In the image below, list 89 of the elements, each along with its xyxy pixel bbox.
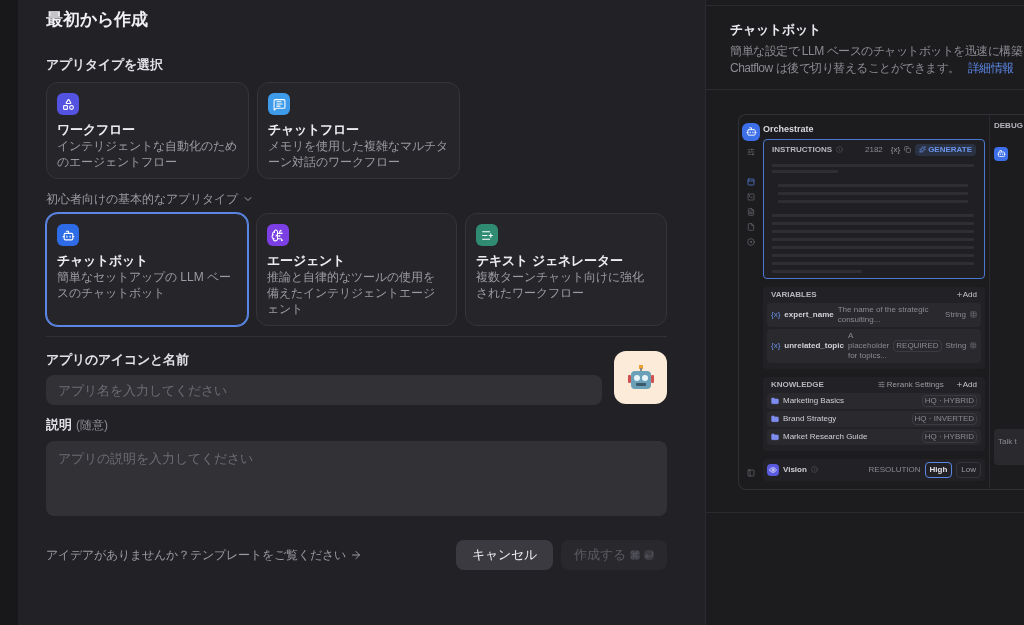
app-type-title: エージェント (266, 252, 346, 269)
knowledge-name: Marketing Basics (783, 395, 844, 406)
eye-icon (767, 463, 779, 476)
preview-title: チャットボット (730, 21, 822, 39)
generate-button[interactable]: GENERATE (915, 143, 976, 156)
app-type-title: チャットボット (57, 252, 149, 269)
field-label: アプリのアイコンと名前 (46, 351, 190, 369)
resolution-option[interactable]: Low (956, 461, 981, 478)
app-type-description: メモリを使用した複雑なマルチターン対話のワークフロー (268, 138, 449, 170)
bot-icon (994, 146, 1008, 161)
command-key-icon (630, 549, 640, 560)
document-icon[interactable] (747, 207, 755, 216)
retrieval-tag: HQ · INVERTED (911, 412, 977, 425)
preview-description: 簡単な設定で LLM ベースのチャットボットを迅速に構築 (730, 42, 1022, 60)
preview-description: Chatflow は後で切り替えることができます。 (730, 59, 960, 77)
instructions-label: INSTRUCTIONS (772, 144, 832, 155)
character-count: 2182 (865, 144, 883, 155)
knowledge-row[interactable]: Brand Strategy HQ · INVERTED (767, 410, 981, 427)
sparkle-icon (919, 146, 927, 153)
details-link[interactable]: 詳細情報 (967, 59, 1014, 77)
required-tag: REQUIRED (893, 339, 942, 352)
add-button[interactable]: Add (955, 379, 977, 390)
variable-row[interactable]: {x} expert_name The name of the strategic consulting... String (767, 302, 981, 327)
variable-type: String (945, 309, 966, 320)
sidebar-icon[interactable] (747, 468, 755, 477)
sliders-icon[interactable] (747, 147, 755, 156)
app-type-card[interactable]: チャットボット 簡単なセットアップの LLM ベースのチャットボット (46, 213, 248, 326)
app-type-card[interactable]: テキスト ジェネレーター 複数ターンチャット向けに強化されたワークフロー (465, 213, 667, 326)
knowledge-label: KNOWLEDGE (771, 379, 824, 390)
enter-key-icon (644, 549, 654, 560)
table-icon (970, 342, 977, 349)
variable-description: A placeholder for topics... (847, 330, 890, 361)
variable-type: String (945, 340, 967, 351)
mock-title: Orchestrate (763, 122, 815, 136)
folder-icon (771, 396, 779, 405)
copy-icon[interactable] (904, 146, 912, 153)
bot-icon (742, 122, 760, 141)
knowledge-name: Market Research Guide (783, 431, 868, 442)
file-icon[interactable] (747, 222, 755, 231)
arrow-right-icon (350, 548, 362, 561)
debug-label: DEBUG (994, 120, 1024, 131)
rerank-settings-button[interactable]: Rerank Settings (877, 379, 944, 390)
sliders-icon (877, 381, 885, 388)
app-type-description: インテリジェントな自動化のためのエージェントフロー (57, 138, 238, 170)
retrieval-tag: HQ · HYBRID (921, 394, 977, 407)
add-button[interactable]: Add (955, 289, 977, 300)
folder-icon (771, 414, 779, 423)
cancel-button[interactable]: キャンセル (456, 539, 553, 570)
folder-icon (771, 432, 779, 441)
basic-types-toggle[interactable]: 初心者向けの基本的なアプリタイプ (46, 191, 254, 207)
terminal-icon[interactable] (747, 192, 755, 201)
info-icon (810, 466, 818, 473)
section-heading: アプリタイプを選択 (46, 56, 164, 74)
variable-icon: {x} (771, 309, 781, 320)
app-type-title: テキスト ジェネレーター (476, 252, 624, 269)
variable-button[interactable]: {x} (890, 144, 901, 155)
field-label: 説明 (46, 416, 72, 434)
variable-name: expert_name (784, 309, 834, 320)
variables-label: VARIABLES (771, 289, 817, 300)
knowledge-row[interactable]: Market Research Guide HQ · HYBRID (767, 428, 981, 445)
app-type-card[interactable]: チャットフロー メモリを使用した複雑なマルチターン対話のワークフロー (257, 82, 460, 179)
plus-icon (955, 291, 963, 298)
app-type-card[interactable]: ワークフロー インテリジェントな自動化のためのエージェントフロー (46, 82, 249, 179)
variable-row[interactable]: {x} unrelated_topic A placeholder for topics... REQUIRED String (767, 328, 981, 363)
disc-icon[interactable] (747, 237, 755, 246)
app-type-card[interactable]: エージェント 推論と自律的なツールの使用を備えたインテリジェントエージェント (255, 213, 458, 326)
app-type-title: チャットフロー (268, 121, 360, 138)
knowledge-name: Brand Strategy (783, 413, 837, 424)
variable-description: The name of the strategic consulting... (837, 304, 930, 325)
resolution-option[interactable]: High (924, 461, 953, 478)
resolution-label: RESOLUTION (868, 464, 921, 475)
app-type-description: 複数ターンチャット向けに強化されたワークフロー (476, 269, 646, 301)
table-icon (970, 311, 977, 318)
app-type-description: 簡単なセットアップの LLM ベースのチャットボット (57, 269, 232, 301)
optional-hint: (随意) (76, 417, 108, 434)
app-type-description: 推論と自律的なツールの使用を備えたインテリジェントエージェント (266, 269, 436, 317)
app-type-title: ワークフロー (57, 121, 136, 138)
plus-icon (955, 381, 963, 388)
window-icon[interactable] (747, 177, 755, 186)
app-icon-button[interactable] (614, 351, 667, 404)
chat-input-field[interactable]: Talk t (994, 428, 1024, 465)
knowledge-row[interactable]: Marketing Basics HQ · HYBRID (767, 392, 981, 409)
retrieval-tag: HQ · HYBRID (921, 430, 977, 443)
info-icon (836, 146, 843, 153)
variable-name: unrelated_topic (784, 340, 844, 351)
vision-label: Vision (783, 464, 807, 475)
template-link[interactable]: アイデアがありませんか？テンプレートをご覧ください (46, 545, 362, 564)
variable-icon: {x} (771, 340, 781, 351)
page-title: 最初から作成 (46, 9, 149, 31)
